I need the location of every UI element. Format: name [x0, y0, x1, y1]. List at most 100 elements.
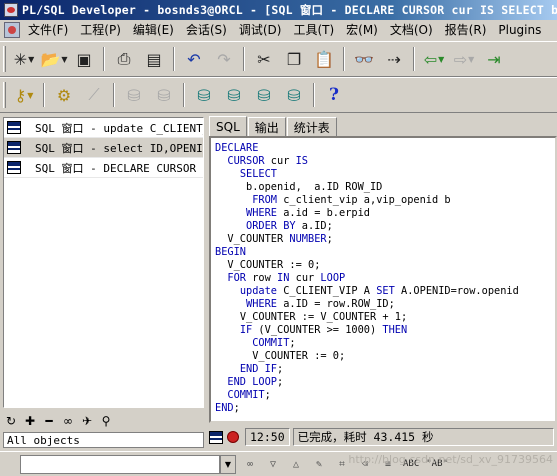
- menu-debug[interactable]: 调试(D): [233, 21, 288, 39]
- toolbar-separator: [113, 83, 115, 107]
- refresh-icon[interactable]: ↻: [3, 413, 19, 429]
- toolbar-grip[interactable]: [3, 46, 6, 72]
- menu-macro[interactable]: 宏(M): [340, 21, 384, 39]
- stop-execution-icon[interactable]: [227, 431, 239, 443]
- window-list-item[interactable]: SQL 窗口 - select ID,OPENID,O: [4, 138, 203, 158]
- find-icon[interactable]: 👓: [352, 47, 376, 71]
- code-text: ;: [289, 337, 296, 349]
- save-file-icon[interactable]: ⇥: [482, 47, 506, 71]
- print-icon[interactable]: ⎙: [112, 47, 136, 71]
- editor-tabs: SQL 输出 统计表: [209, 115, 557, 137]
- code-line[interactable]: SELECT: [215, 168, 555, 181]
- stop-icon[interactable]: ⛁: [152, 83, 176, 107]
- highlight-icon[interactable]: ✎: [310, 455, 328, 473]
- filter-icon[interactable]: ⚲: [98, 413, 114, 429]
- refresh-db-icon[interactable]: ⛁: [282, 83, 306, 107]
- app-icon[interactable]: [4, 3, 18, 17]
- code-text: a.ID = row.ROW_ID;: [277, 298, 395, 310]
- menu-project[interactable]: 工程(P): [74, 21, 127, 39]
- code-line[interactable]: END LOOP;: [215, 376, 555, 389]
- toolbar-separator: [173, 47, 175, 71]
- code-line[interactable]: COMMIT;: [215, 337, 555, 350]
- pin-icon[interactable]: ⟋: [82, 83, 106, 107]
- tab-statistics[interactable]: 统计表: [286, 117, 337, 136]
- code-keyword: LOOP: [320, 272, 346, 284]
- title-bar: PL/SQL Developer - bosnds3@ORCL - [SQL 窗…: [0, 0, 557, 20]
- code-keyword: THEN: [382, 324, 408, 336]
- find-input[interactable]: [20, 454, 220, 474]
- code-line[interactable]: IF (V_COUNTER >= 1000) THEN: [215, 324, 555, 337]
- menu-session[interactable]: 会话(S): [180, 21, 233, 39]
- code-line[interactable]: b.openid, a.ID ROW_ID: [215, 181, 555, 194]
- find-prev-icon[interactable]: ▽: [264, 455, 282, 473]
- code-text: V_COUNTER: [227, 233, 290, 245]
- tab-sql[interactable]: SQL: [209, 116, 247, 137]
- next-icon[interactable]: ✈: [79, 413, 95, 429]
- code-line[interactable]: WHERE a.id = b.erpid: [215, 207, 555, 220]
- code-line[interactable]: FROM c_client_vip a,vip_openid b: [215, 194, 555, 207]
- help-icon[interactable]: ?: [322, 83, 346, 107]
- object-filter-select[interactable]: All objects: [3, 432, 204, 448]
- window-list-item[interactable]: SQL 窗口 - DECLARE CURSOR cur: [4, 158, 203, 178]
- find-db-icon[interactable]: ⛁: [252, 83, 276, 107]
- code-line[interactable]: update C_CLIENT_VIP A SET A.OPENID=row.o…: [215, 285, 555, 298]
- binoculars-icon[interactable]: ∞: [60, 413, 76, 429]
- code-line[interactable]: V_COUNTER := V_COUNTER + 1;: [215, 311, 555, 324]
- code-text: cur: [289, 272, 321, 284]
- sql-db-icon[interactable]: ⛁: [222, 83, 246, 107]
- paste-icon[interactable]: 📋: [312, 47, 336, 71]
- remove-icon[interactable]: ━: [41, 413, 57, 429]
- copy-icon[interactable]: ❐: [282, 47, 306, 71]
- code-line[interactable]: CURSOR cur IS: [215, 155, 555, 168]
- add-icon[interactable]: ✚: [22, 413, 38, 429]
- menu-tools[interactable]: 工具(T): [287, 21, 340, 39]
- menu-edit[interactable]: 编辑(E): [127, 21, 180, 39]
- back-icon[interactable]: ⇦ ▼: [422, 47, 446, 71]
- code-text: A.OPENID=row.openid: [394, 285, 519, 297]
- menu-file[interactable]: 文件(F): [22, 21, 74, 39]
- code-area[interactable]: DECLARE CURSOR cur IS SELECT b.openid, a…: [211, 138, 555, 415]
- code-line[interactable]: ORDER BY a.ID;: [215, 220, 555, 233]
- code-line[interactable]: V_COUNTER := 0;: [215, 350, 555, 363]
- forward-icon[interactable]: ⇨ ▼: [452, 47, 476, 71]
- code-line[interactable]: DECLARE: [215, 142, 555, 155]
- find-next-icon[interactable]: △: [287, 455, 305, 473]
- code-line[interactable]: FOR row IN cur LOOP: [215, 272, 555, 285]
- db-connect-icon[interactable]: ⛁: [192, 83, 216, 107]
- toolbar-grip[interactable]: [3, 82, 6, 108]
- save-icon[interactable]: ▣: [72, 47, 96, 71]
- code-keyword: WHERE: [246, 207, 277, 219]
- find-replace-icon[interactable]: ⇢: [382, 47, 406, 71]
- tab-output[interactable]: 输出: [247, 117, 286, 136]
- menu-plugins[interactable]: Plugins: [492, 21, 547, 39]
- code-line[interactable]: COMMIT;: [215, 389, 555, 402]
- execute-icon[interactable]: ⛁: [122, 83, 146, 107]
- code-text: c_client_vip a,vip_openid b: [277, 194, 451, 206]
- window-list-label: SQL 窗口 - DECLARE CURSOR cur: [35, 161, 203, 175]
- undo-icon[interactable]: ↶: [182, 47, 206, 71]
- key-icon[interactable]: ⚷ ▼: [12, 83, 36, 107]
- mdi-window-icon[interactable]: [4, 22, 20, 38]
- code-line[interactable]: WHERE a.ID = row.ROW_ID;: [215, 298, 555, 311]
- code-line[interactable]: END;: [215, 402, 555, 415]
- find-history-dropdown[interactable]: ▼: [220, 454, 236, 474]
- cut-icon[interactable]: ✂: [252, 47, 276, 71]
- redo-icon[interactable]: ↷: [212, 47, 236, 71]
- open-folder-icon[interactable]: 📂 ▼: [40, 47, 67, 71]
- sql-editor[interactable]: DECLARE CURSOR cur IS SELECT b.openid, a…: [209, 136, 557, 423]
- window-list-item[interactable]: SQL 窗口 - update C_CLIENT_VI: [4, 118, 203, 138]
- menu-bar: 文件(F) 工程(P) 编辑(E) 会话(S) 调试(D) 工具(T) 宏(M)…: [0, 20, 557, 40]
- find-binoculars-icon[interactable]: ∞: [241, 455, 259, 473]
- menu-documents[interactable]: 文档(O): [384, 21, 439, 39]
- code-keyword: FOR: [227, 272, 247, 284]
- print-preview-icon[interactable]: ▤: [142, 47, 166, 71]
- code-text: ;: [277, 376, 284, 388]
- compile-gear-icon[interactable]: ⚙: [52, 83, 76, 107]
- menu-reports[interactable]: 报告(R): [439, 21, 493, 39]
- code-line[interactable]: V_COUNTER NUMBER;: [215, 233, 555, 246]
- code-line[interactable]: BEGIN: [215, 246, 555, 259]
- code-line[interactable]: V_COUNTER := 0;: [215, 259, 555, 272]
- code-line[interactable]: END IF;: [215, 363, 555, 376]
- code-text: ;: [233, 402, 240, 414]
- new-icon[interactable]: ✳ ▼: [12, 47, 36, 71]
